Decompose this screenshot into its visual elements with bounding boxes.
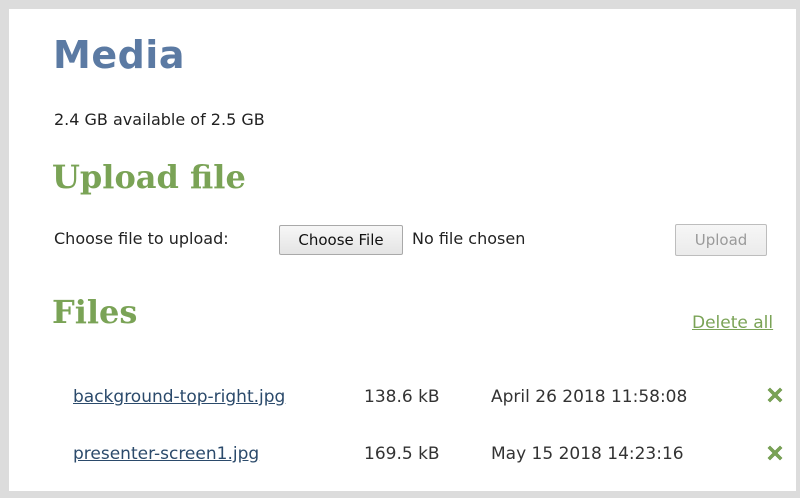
files-section-title: Files [52, 293, 138, 331]
upload-section-title: Upload file [52, 158, 246, 196]
page-title: Media [53, 33, 185, 77]
delete-x-icon[interactable] [764, 442, 786, 464]
file-date: May 15 2018 14:23:16 [491, 444, 684, 464]
storage-available-text: 2.4 GB available of 2.5 GB [54, 110, 265, 129]
delete-all-link[interactable]: Delete all [692, 313, 773, 333]
no-file-chosen-text: No file chosen [412, 229, 526, 248]
file-link[interactable]: background-top-right.jpg [73, 387, 285, 407]
file-link[interactable]: presenter-screen1.jpg [73, 444, 259, 464]
choose-file-label: Choose file to upload: [54, 229, 229, 248]
choose-file-button[interactable]: Choose File [279, 225, 403, 255]
file-date: April 26 2018 11:58:08 [491, 387, 688, 407]
upload-button[interactable]: Upload [675, 224, 767, 256]
delete-x-icon[interactable] [764, 384, 786, 406]
media-panel: Media 2.4 GB available of 2.5 GB Upload … [0, 0, 800, 498]
file-size: 169.5 kB [364, 444, 440, 464]
file-size: 138.6 kB [364, 387, 440, 407]
